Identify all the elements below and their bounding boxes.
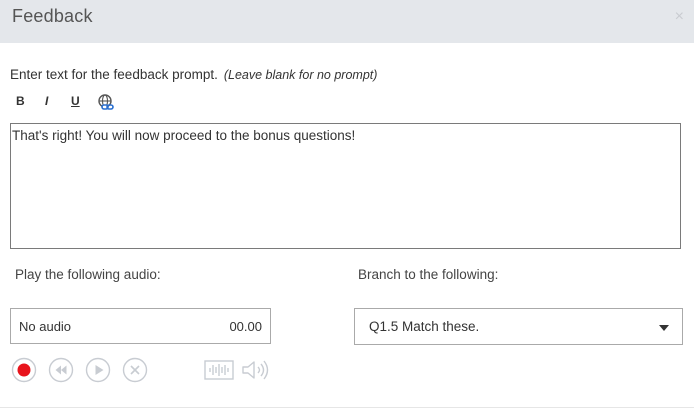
audio-name: No audio [19,319,72,334]
branch-label: Branch to the following: [358,267,499,282]
record-icon[interactable] [11,357,37,383]
italic-button[interactable]: I [45,94,48,110]
underline-button[interactable]: U [71,94,80,110]
prompt-label-row: Enter text for the feedback prompt. (Leav… [10,67,377,82]
play-icon[interactable] [85,357,111,383]
stop-icon[interactable] [122,357,148,383]
dialog-titlebar: Feedback × [0,0,694,43]
volume-icon[interactable] [240,358,272,382]
prompt-hint: (Leave blank for no prompt) [223,68,378,82]
prompt-label: Enter text for the feedback prompt. [10,67,218,82]
waveform-icon[interactable] [204,358,234,382]
hyperlink-icon[interactable] [96,93,116,113]
close-icon[interactable]: × [675,8,684,26]
chevron-down-icon [659,325,669,331]
footer-divider [0,407,694,408]
dialog-title: Feedback [12,6,93,26]
bold-button[interactable]: B [16,94,25,110]
feedback-text-input[interactable]: That's right! You will now proceed to th… [10,123,681,249]
audio-field[interactable]: No audio 00.00 [10,308,271,344]
branch-selected-value: Q1.5 Match these. [369,319,480,334]
branch-select[interactable]: Q1.5 Match these. [354,308,683,345]
rewind-icon[interactable] [48,357,74,383]
audio-time: 00.00 [229,319,262,334]
audio-label: Play the following audio: [15,267,161,282]
